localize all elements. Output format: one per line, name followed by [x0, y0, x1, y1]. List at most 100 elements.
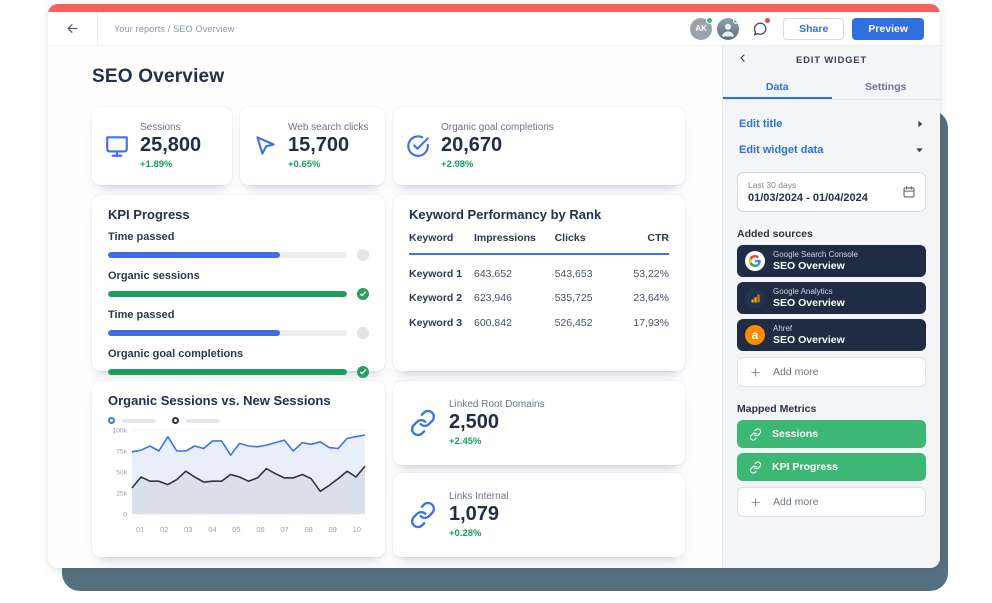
ahref-icon: a: [745, 325, 765, 345]
sessions-chart-widget[interactable]: Organic Sessions vs. New Sessions 100k 75…: [92, 381, 385, 557]
middle-row: KPI Progress Time passed Organic sessions…: [92, 195, 685, 378]
table-cell: 643,652: [474, 267, 512, 280]
add-more-label: Add more: [773, 366, 819, 378]
stage: Your reports / SEO Overview AK Share Pre…: [0, 0, 992, 603]
legend-placeholder-bar: [122, 418, 156, 423]
date-range-value: 01/03/2024 - 01/04/2024: [748, 192, 868, 204]
kpi-list: Time passed Organic sessions Time passed Or…: [108, 231, 369, 378]
avatar-photo[interactable]: [717, 17, 740, 40]
tab-settings[interactable]: Settings: [832, 74, 941, 99]
back-button[interactable]: [48, 12, 98, 45]
edit-widget-data-link: Edit widget data: [739, 144, 824, 156]
table-cell: 543,653: [554, 267, 593, 280]
table-cell: 17,93%: [633, 316, 669, 329]
edit-title-link: Edit title: [739, 118, 783, 130]
preview-button[interactable]: Preview: [852, 17, 924, 40]
link-value: 1,079: [449, 503, 500, 525]
line-chart: 100k 75k 50k 25k 0: [108, 424, 369, 522]
link-widget-1[interactable]: Links Internal 1,079 +0.28%: [393, 473, 685, 557]
link-delta: +0.28%: [449, 528, 482, 539]
pending-dot-icon: [357, 249, 369, 261]
keyword-table-widget[interactable]: Keyword Performancy by Rank Keyword Impre…: [393, 195, 685, 371]
stat-value: 25,800: [140, 134, 202, 156]
table-header-clicks: Clicks: [554, 232, 620, 255]
table-cell: 526,452: [554, 316, 593, 329]
table-header-ctr: CTR: [619, 232, 669, 255]
kpi-bar-row: [108, 288, 369, 300]
caret-right-icon: [918, 120, 923, 128]
online-dot: [706, 16, 714, 24]
link-text: Links Internal 1,079 +0.28%: [449, 491, 508, 539]
tab-data[interactable]: Data: [723, 74, 832, 99]
app-window: Your reports / SEO Overview AK Share Pre…: [48, 4, 940, 568]
y-tick-label: 25k: [116, 490, 127, 497]
legend-item-1: [172, 417, 220, 424]
stat-delta: +0.65%: [288, 159, 321, 170]
panel-body: Edit title Edit widget data Last 30 days…: [723, 100, 940, 568]
source-card-0[interactable]: Google Search Console SEO Overview: [737, 245, 926, 277]
legend-placeholder-bar: [186, 418, 220, 423]
link-icon: [749, 427, 762, 441]
window-top-strip: [48, 4, 940, 12]
back-arrow-icon: [67, 24, 78, 33]
share-button[interactable]: Share: [783, 17, 845, 40]
table-header-impressions: Impressions: [474, 232, 555, 255]
comments-button[interactable]: [747, 16, 772, 41]
kpi-progress-fill: [108, 252, 281, 258]
edit-widget-data-row[interactable]: Edit widget data: [739, 144, 924, 156]
plus-icon: [751, 497, 760, 507]
stat-card-web-search-clicks[interactable]: Web search clicks 15,700 +0.65%: [240, 107, 385, 185]
add-metric-button[interactable]: Add more: [737, 487, 926, 517]
source-text: Ahref SEO Overview: [773, 324, 845, 346]
x-tick-label: 04: [208, 525, 217, 534]
add-source-button[interactable]: Add more: [737, 357, 926, 387]
kpi-progress-widget[interactable]: KPI Progress Time passed Organic sessions…: [92, 195, 385, 378]
link-icon: [411, 501, 435, 529]
kpi-bar-row: [108, 249, 369, 261]
calendar-icon: [902, 185, 916, 199]
kpi-bar-row: [108, 366, 369, 378]
x-tick-label: 08: [304, 525, 313, 534]
panel-header: EDIT WIDGET: [723, 46, 940, 74]
source-widget: SEO Overview: [773, 260, 845, 272]
table-cell: 53,22%: [633, 267, 669, 280]
link-widget-0[interactable]: Linked Root Domains 2,500 +2.45%: [393, 381, 685, 465]
source-card-1[interactable]: Google Analytics SEO Overview: [737, 282, 926, 314]
y-tick-label: 75k: [116, 448, 127, 455]
stat-label: Web search clicks: [288, 122, 369, 133]
x-tick-label: 02: [160, 525, 169, 534]
link-icon: [411, 409, 435, 437]
date-range-picker[interactable]: Last 30 days 01/03/2024 - 01/04/2024: [737, 172, 926, 212]
chart-legend: [108, 417, 369, 424]
stat-text: Organic goal completions 20,670 +2.98%: [441, 122, 554, 170]
source-text: Google Search Console SEO Overview: [773, 250, 858, 272]
table-cell: 623,946: [474, 292, 512, 304]
widget-title: Organic Sessions vs. New Sessions: [108, 393, 331, 408]
check-icon: [360, 291, 366, 297]
x-axis-labels: 01 02 03 04 05 06 07 08 09 10: [132, 525, 365, 534]
chevron-left-icon: [740, 54, 745, 62]
avatar-ak[interactable]: AK: [690, 16, 714, 40]
kpi-item-label: Organic goal completions: [108, 348, 244, 360]
kpi-item-label: Organic sessions: [108, 270, 200, 282]
stat-card-sessions[interactable]: Sessions 25,800 +1.89%: [92, 107, 232, 185]
source-card-2[interactable]: a Ahref SEO Overview: [737, 319, 926, 351]
metric-button-sessions[interactable]: Sessions: [737, 420, 926, 448]
check-icon: [360, 369, 366, 375]
added-sources-label: Added sources: [737, 228, 813, 240]
x-tick-label: 01: [136, 525, 145, 534]
stat-card-organic-goal-completions[interactable]: Organic goal completions 20,670 +2.98%: [393, 107, 685, 185]
metric-label: Sessions: [772, 428, 819, 440]
x-tick-label: 10: [352, 525, 361, 534]
panel-tabs: Data Settings: [723, 74, 940, 100]
edit-title-row[interactable]: Edit title: [739, 118, 924, 130]
kpi-progress-track: [108, 330, 347, 336]
ga-bars-glyph: [750, 293, 760, 303]
panel-back-button[interactable]: [737, 52, 749, 64]
keyword-table: Keyword Impressions Clicks CTR Keyword 1 643,…: [409, 232, 669, 329]
x-tick-label: 03: [184, 525, 193, 534]
avatar-initials: AK: [695, 24, 707, 33]
link-value: 2,500: [449, 411, 500, 433]
bottom-row: Organic Sessions vs. New Sessions 100k 75…: [92, 381, 685, 557]
metric-button-kpi-progress[interactable]: KPI Progress: [737, 453, 926, 481]
